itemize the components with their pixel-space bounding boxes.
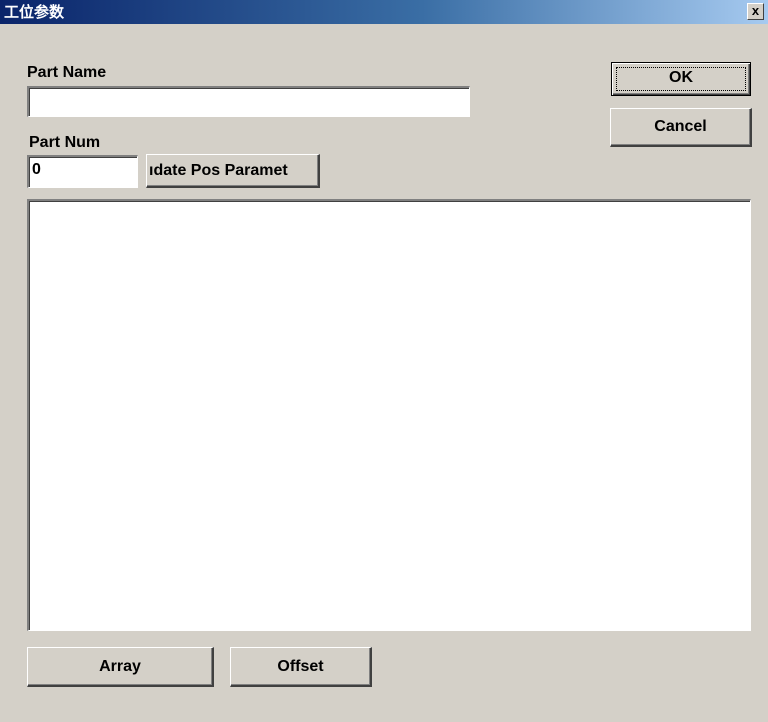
dialog-window: 工位参数 x Part Name OK Cancel Part Num 0 ıd… <box>0 0 768 722</box>
array-button[interactable]: Array <box>27 647 214 687</box>
offset-label: Offset <box>277 658 324 675</box>
close-icon: x <box>751 3 760 18</box>
part-name-input[interactable] <box>27 86 470 117</box>
close-button[interactable]: x <box>747 3 764 20</box>
part-num-input[interactable]: 0 <box>27 155 138 188</box>
part-num-value: 0 <box>32 161 41 178</box>
title-bar[interactable]: 工位参数 x <box>0 0 768 24</box>
update-pos-parameter-button[interactable]: ıdate Pos Paramet <box>146 154 320 188</box>
array-label: Array <box>99 658 141 675</box>
cancel-button[interactable]: Cancel <box>610 108 752 147</box>
part-num-label: Part Num <box>29 134 101 151</box>
cancel-label: Cancel <box>654 118 707 135</box>
ok-label: OK <box>669 69 693 86</box>
update-pos-parameter-label: ıdate Pos Paramet <box>149 162 288 179</box>
part-name-label: Part Name <box>27 64 107 81</box>
offset-button[interactable]: Offset <box>230 647 372 687</box>
window-title: 工位参数 <box>4 3 65 21</box>
ok-button[interactable]: OK <box>611 62 751 96</box>
position-list[interactable] <box>27 199 751 631</box>
